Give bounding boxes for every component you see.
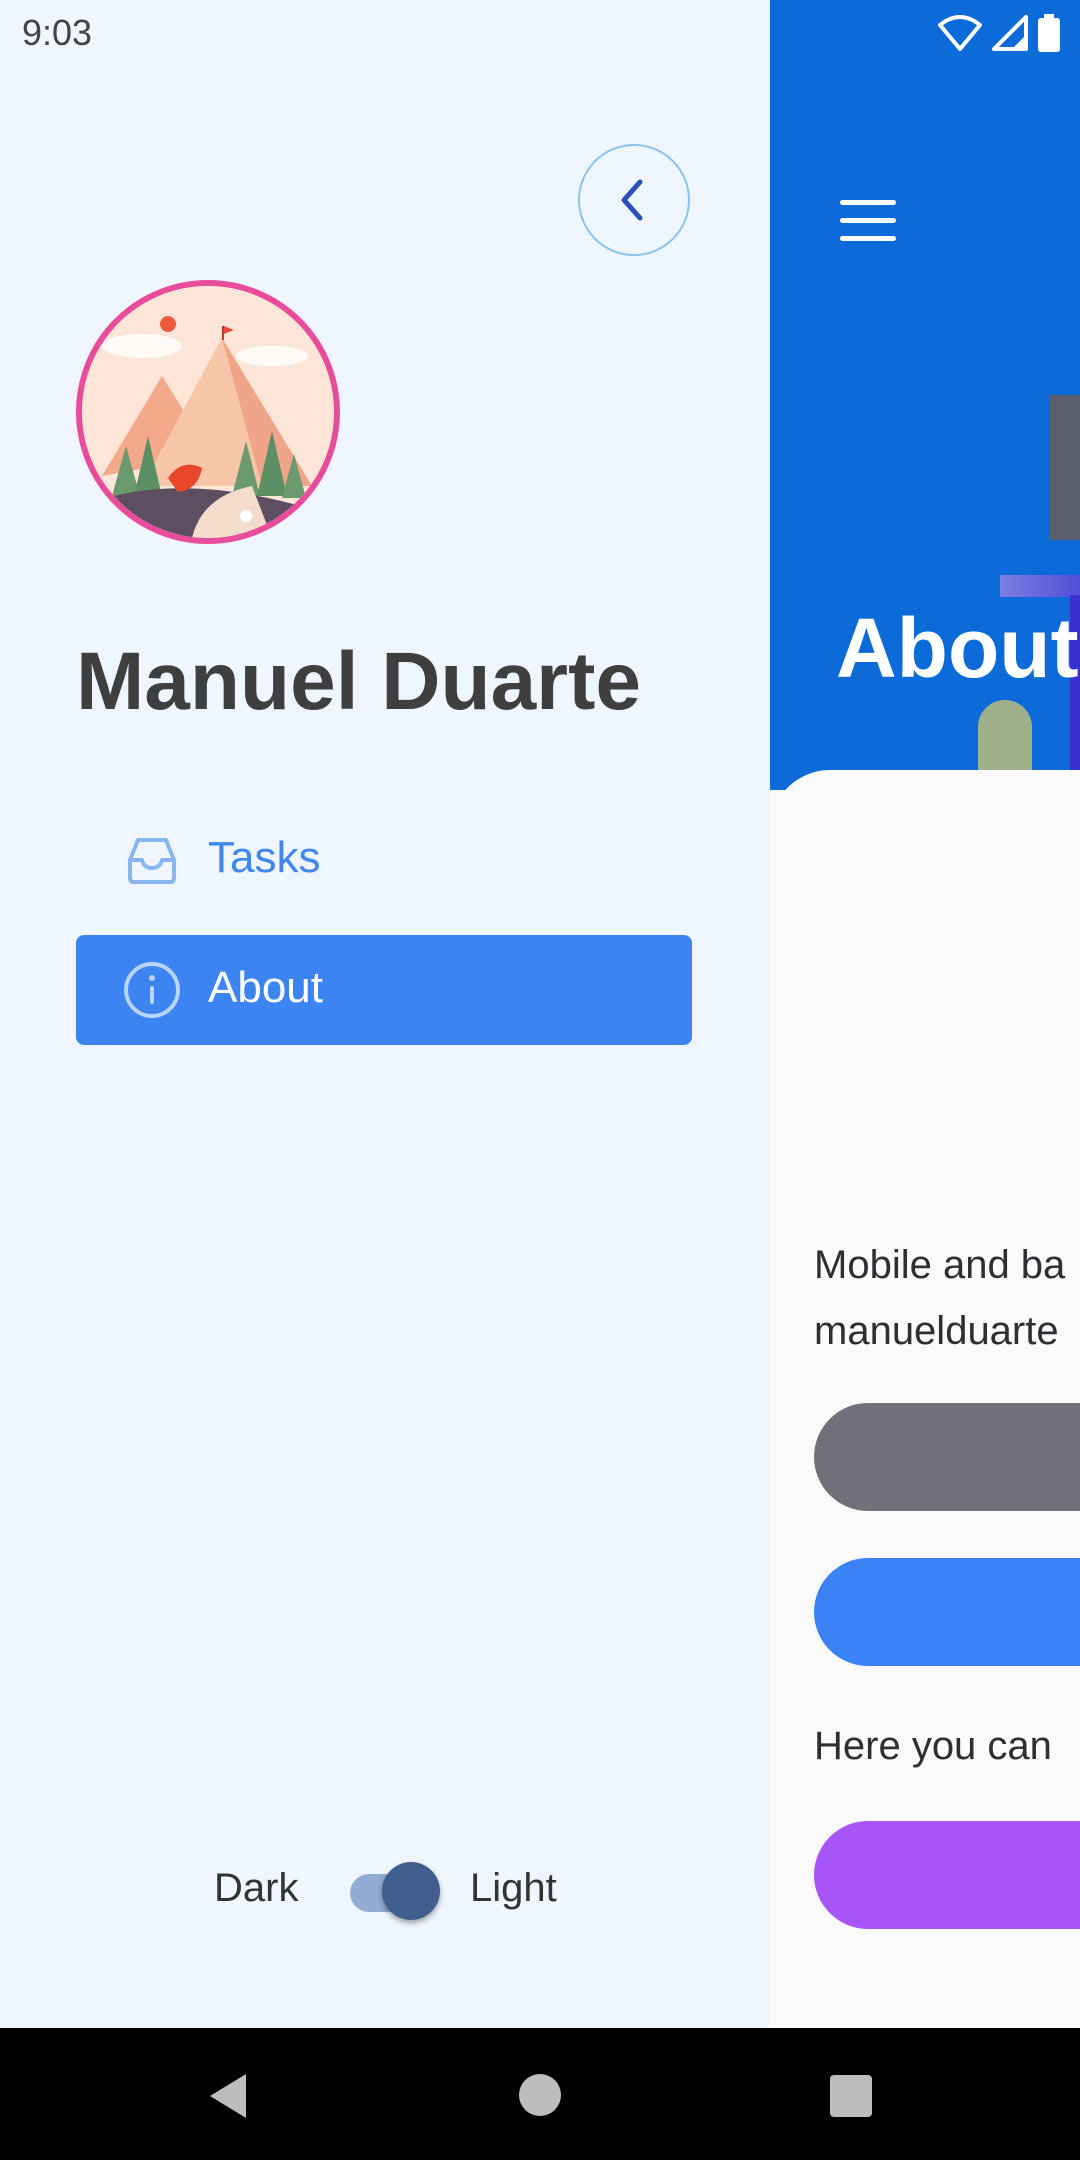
header-illustration-bar: [1000, 575, 1080, 597]
drawer-item-tasks[interactable]: Tasks: [76, 805, 692, 915]
avatar: [76, 280, 340, 544]
page-title: About: [836, 601, 1079, 695]
back-triangle-icon[interactable]: [206, 2072, 250, 2120]
theme-switch-thumb[interactable]: [382, 1862, 440, 1920]
theme-dark-label: Dark: [214, 1866, 299, 1910]
blue-action-button[interactable]: [814, 1558, 1080, 1666]
drawer-item-tasks-label: Tasks: [208, 833, 321, 882]
profile-name: Manuel Duarte: [76, 636, 641, 727]
drawer-item-about-label: About: [208, 963, 323, 1012]
main-page: About Mobile and ba manuelduarte Here yo…: [770, 0, 1080, 2028]
system-navigation-bar: [0, 2028, 1080, 2160]
navigation-drawer: 9:03 Manuel Duarte Tasks About Dark Ligh…: [0, 0, 770, 2028]
status-time: 9:03: [22, 12, 93, 53]
header-illustration-plant: [978, 700, 1032, 780]
gray-action-button[interactable]: [814, 1403, 1080, 1511]
menu-icon[interactable]: [840, 200, 896, 242]
status-icons: [938, 14, 1060, 52]
chevron-left-icon: [621, 179, 643, 221]
wifi-icon: [938, 15, 982, 51]
purple-action-button[interactable]: [814, 1821, 1080, 1929]
about-content-card: Mobile and ba manuelduarte Here you can: [770, 770, 1080, 2028]
header-illustration-block: [1050, 395, 1080, 540]
battery-icon: [1038, 14, 1060, 52]
mountain-illustration: [82, 286, 334, 538]
home-circle-icon[interactable]: [519, 2074, 561, 2116]
cellular-signal-icon: [992, 15, 1028, 51]
about-description-line-2: manuelduarte: [814, 1309, 1059, 1353]
about-description-line-1: Mobile and ba: [814, 1243, 1066, 1287]
drawer-item-about[interactable]: About: [76, 935, 692, 1045]
info-icon: [124, 962, 180, 1018]
recents-square-icon[interactable]: [830, 2075, 872, 2117]
about-description-line-3: Here you can: [814, 1724, 1052, 1768]
inbox-icon: [128, 838, 176, 884]
close-drawer-button[interactable]: [578, 144, 690, 256]
theme-light-label: Light: [470, 1866, 557, 1910]
about-header: About: [770, 0, 1080, 795]
screen: About Mobile and ba manuelduarte Here yo…: [0, 0, 1080, 2028]
theme-toggle: Dark Light: [0, 1850, 770, 1930]
